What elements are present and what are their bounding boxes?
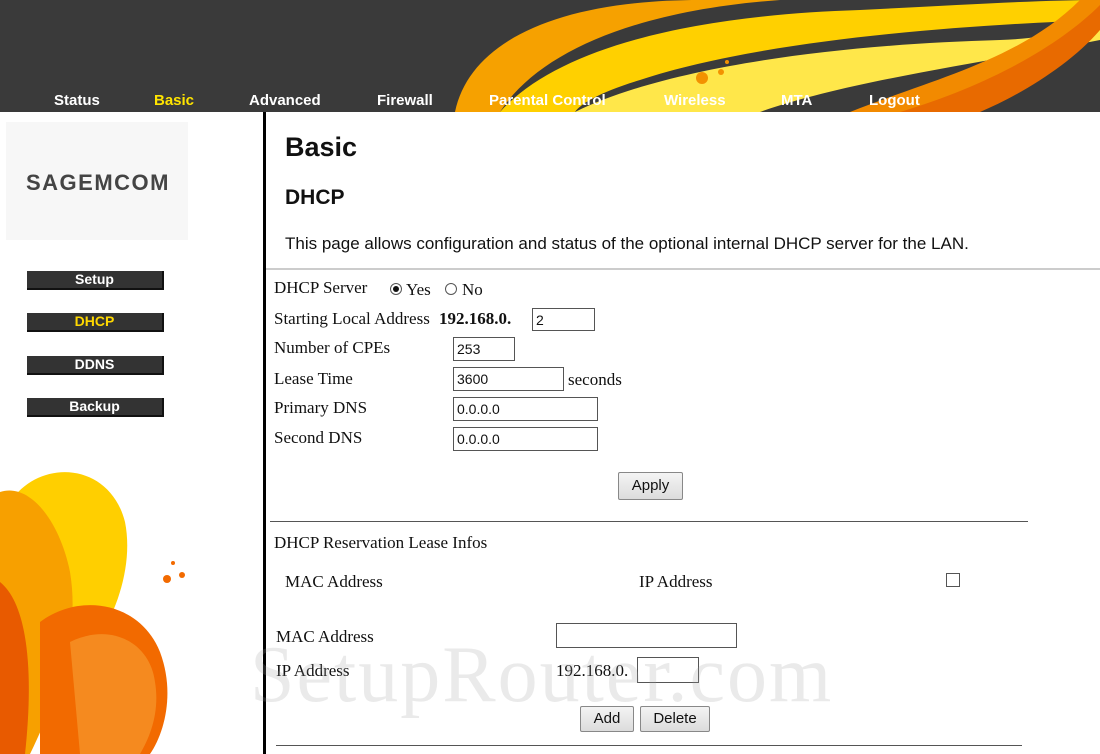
second-dns-label: Second DNS: [274, 428, 363, 447]
main-content: Basic DHCP This page allows configuratio…: [266, 112, 1100, 754]
divider-line: [276, 745, 1022, 746]
mac-address-label: MAC Address: [276, 627, 374, 646]
decorative-flower-graphic: [0, 472, 185, 754]
dhcp-server-no-label: No: [462, 280, 483, 299]
left-sidebar: SAGEMCOM Setup DHCP DDNS Backup: [0, 112, 263, 754]
divider-line: [270, 521, 1028, 522]
number-of-cpes-label: Number of CPEs: [274, 338, 391, 357]
primary-dns-input[interactable]: [453, 397, 598, 421]
reservation-col-ip: IP Address: [639, 572, 713, 591]
nav-wireless[interactable]: Wireless: [664, 92, 726, 109]
reservation-select-all-checkbox[interactable]: [946, 573, 960, 587]
reservation-title: DHCP Reservation Lease Infos: [274, 533, 488, 552]
nav-mta[interactable]: MTA: [781, 92, 812, 109]
lease-time-label: Lease Time: [274, 369, 353, 388]
lease-time-unit: seconds: [568, 370, 622, 389]
dhcp-server-yes-radio[interactable]: [390, 283, 402, 295]
nav-status[interactable]: Status: [54, 92, 100, 109]
nav-logout[interactable]: Logout: [869, 92, 920, 109]
primary-dns-label: Primary DNS: [274, 398, 368, 417]
top-header: Status Basic Advanced Firewall Parental …: [0, 0, 1100, 112]
reservation-col-mac: MAC Address: [285, 572, 383, 591]
lease-time-input[interactable]: [453, 367, 564, 391]
ip-address-label: IP Address: [276, 661, 350, 680]
mac-address-input[interactable]: [556, 623, 737, 648]
starting-address-prefix: 192.168.0.: [439, 309, 512, 328]
nav-firewall[interactable]: Firewall: [377, 92, 433, 109]
ip-address-input[interactable]: [637, 657, 699, 683]
logo-box: SAGEMCOM: [6, 122, 188, 240]
top-nav: Status Basic Advanced Firewall Parental …: [0, 92, 1100, 112]
sidebar-item-backup[interactable]: Backup: [27, 398, 164, 417]
page-title: Basic: [285, 132, 358, 162]
number-of-cpes-input[interactable]: [453, 337, 515, 361]
delete-button[interactable]: Delete: [640, 706, 710, 732]
nav-advanced[interactable]: Advanced: [249, 92, 321, 109]
nav-parental-control[interactable]: Parental Control: [489, 92, 606, 109]
apply-button[interactable]: Apply: [618, 472, 683, 500]
divider-line: [266, 268, 1100, 270]
section-title: DHCP: [285, 186, 345, 209]
sidebar-item-dhcp[interactable]: DHCP: [27, 313, 164, 332]
starting-address-input[interactable]: [532, 308, 595, 331]
second-dns-input[interactable]: [453, 427, 598, 451]
ip-address-prefix: 192.168.0.: [556, 661, 629, 680]
starting-address-label: Starting Local Address: [274, 309, 430, 328]
dhcp-server-yes-label: Yes: [406, 280, 431, 299]
sagemcom-logo: SAGEMCOM: [26, 170, 170, 195]
dhcp-server-no-radio[interactable]: [445, 283, 457, 295]
dhcp-server-label: DHCP Server: [274, 278, 368, 297]
sidebar-item-ddns[interactable]: DDNS: [27, 356, 164, 375]
sidebar-item-setup[interactable]: Setup: [27, 271, 164, 290]
page-description: This page allows configuration and statu…: [285, 234, 969, 253]
nav-basic[interactable]: Basic: [154, 92, 194, 109]
add-button[interactable]: Add: [580, 706, 634, 732]
